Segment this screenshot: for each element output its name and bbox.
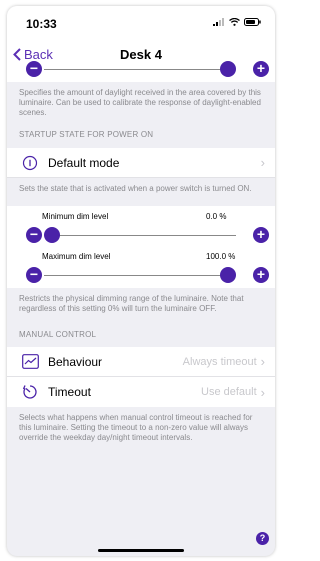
max-dim-label: Maximum dim level — [42, 252, 111, 261]
help-button[interactable]: ? — [256, 532, 269, 545]
phone-screen: 10:33 Back Desk 4 − + Specifies the amou… — [7, 6, 275, 556]
min-dim-value: 0.0 % — [206, 212, 227, 221]
min-dim-plus-button[interactable]: + — [253, 227, 269, 243]
max-dim-slider[interactable]: − + — [7, 264, 275, 288]
min-dim-label: Minimum dim level — [42, 212, 109, 221]
daylight-slider-track[interactable] — [44, 69, 228, 70]
daylight-minus-button[interactable]: − — [26, 61, 42, 77]
back-label: Back — [24, 47, 53, 62]
max-dim-slider-track[interactable] — [44, 275, 228, 276]
info-icon — [20, 155, 40, 171]
chevron-right-icon: › — [260, 155, 265, 170]
status-icons — [213, 18, 261, 26]
max-dim-plus-button[interactable]: + — [253, 267, 269, 283]
behaviour-label: Behaviour — [48, 354, 103, 369]
startup-section-header: STARTUP STATE FOR POWER ON — [19, 130, 154, 139]
dim-level-section: Minimum dim level 0.0 % − + Maximum dim … — [7, 206, 275, 288]
timeout-value: Use default — [201, 386, 257, 398]
battery-icon — [244, 18, 261, 26]
dim-level-description: Restricts the physical dimming range of … — [19, 294, 244, 313]
timer-icon — [20, 384, 40, 400]
status-bar: 10:33 — [7, 6, 275, 40]
max-dim-slider-thumb[interactable] — [220, 267, 236, 283]
min-dim-slider-track[interactable] — [52, 235, 236, 236]
home-indicator[interactable] — [98, 549, 184, 552]
min-dim-minus-button[interactable]: − — [26, 227, 42, 243]
max-dim-minus-button[interactable]: − — [26, 267, 42, 283]
default-mode-row[interactable]: Default mode › — [7, 148, 275, 178]
default-mode-label: Default mode — [48, 155, 120, 170]
max-dim-value: 100.0 % — [206, 252, 236, 261]
status-time: 10:33 — [26, 17, 57, 31]
wifi-icon — [229, 18, 240, 26]
startup-description: Sets the state that is activated when a … — [19, 184, 252, 193]
manual-control-section-header: MANUAL CONTROL — [19, 330, 97, 339]
daylight-slider[interactable]: − + — [7, 61, 275, 82]
chevron-right-icon: › — [260, 384, 265, 400]
manual-control-description: Selects what happens when manual control… — [19, 413, 253, 442]
daylight-slider-thumb[interactable] — [220, 61, 236, 77]
min-dim-slider-thumb[interactable] — [44, 227, 60, 243]
behaviour-value: Always timeout — [182, 355, 257, 368]
behaviour-row[interactable]: Behaviour Always timeout › — [7, 347, 275, 377]
timeout-label: Timeout — [48, 385, 91, 399]
chevron-left-icon — [13, 48, 21, 61]
settings-list: − + Specifies the amount of daylight rec… — [7, 61, 275, 451]
daylight-slider-section: − + — [7, 61, 275, 82]
timeout-row[interactable]: Timeout Use default › — [7, 377, 275, 407]
min-dim-slider[interactable]: − + — [7, 224, 275, 246]
daylight-description: Specifies the amount of daylight receive… — [19, 88, 261, 117]
daylight-plus-button[interactable]: + — [253, 61, 269, 77]
max-dim-label-row: Maximum dim level 100.0 % — [7, 246, 275, 264]
min-dim-label-row: Minimum dim level 0.0 % — [7, 206, 275, 224]
behaviour-icon — [20, 354, 40, 369]
signal-icon — [213, 18, 224, 26]
chevron-right-icon: › — [260, 354, 265, 369]
